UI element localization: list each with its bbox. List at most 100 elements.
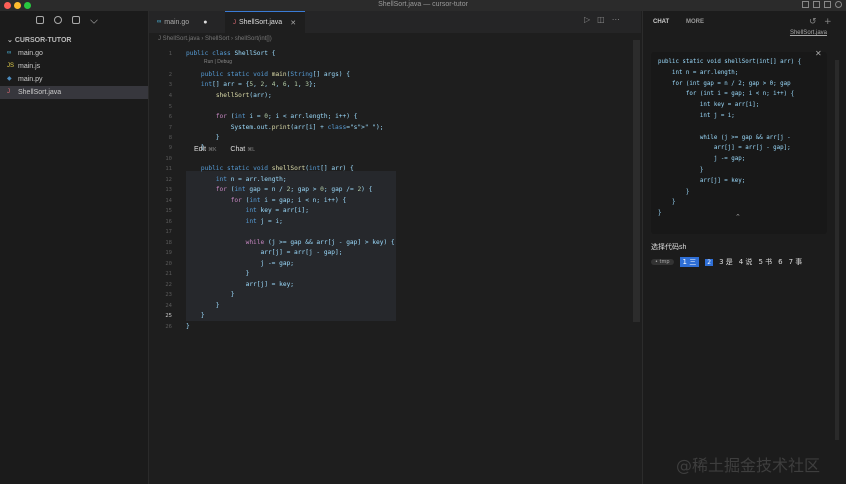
title-bar: ShellSort.java — cursor-tutor [0, 0, 846, 11]
code-line: } [186, 312, 205, 319]
line-number: 20 [165, 261, 172, 267]
file-item-shellsort-java[interactable]: J ShellSort.java [0, 86, 148, 99]
tab-shellsort-java[interactable]: J ShellSort.java ✕ [225, 11, 305, 33]
code-line: j -= gap; [186, 260, 295, 267]
ime-candidate[interactable]: 6 [778, 258, 782, 266]
watermark: @稀土掘金技术社区 [675, 456, 820, 475]
history-icon[interactable]: ↺ [809, 17, 817, 27]
code-line: public class ShellSort { [186, 50, 276, 57]
file-item-main-py[interactable]: ◆ main.py [0, 73, 148, 86]
py-file-icon: ◆ [7, 76, 12, 82]
settings-gear-icon[interactable] [835, 1, 842, 8]
code-line: } [186, 270, 250, 277]
line-number: 8 [168, 135, 172, 141]
chat-inline-button[interactable]: Chat ⌘L [230, 146, 255, 153]
code-line: public static void main(String[] args) { [200, 71, 350, 78]
line-number: 3 [168, 82, 172, 88]
code-line: } [186, 291, 235, 298]
code-line: public static void shellSort(int[] arr) … [200, 165, 354, 172]
chat-scrollbar[interactable] [835, 60, 839, 440]
toggle-secondary-sidebar-icon[interactable] [824, 1, 831, 8]
line-number: 5 [168, 104, 172, 110]
explorer-folder-title[interactable]: ⌄ CURSOR-TUTOR [0, 34, 148, 47]
selection-highlight [186, 171, 396, 321]
file-item-main-js[interactable]: JS main.js [0, 60, 148, 73]
line-number: 2 [168, 72, 172, 78]
line-number: 11 [165, 166, 172, 172]
window-title: ShellSort.java — cursor-tutor [378, 1, 468, 8]
line-number: 1 [168, 51, 172, 57]
code-line: arr[j] = arr[j - gap]; [186, 249, 343, 256]
code-line: for (int i = 0; i < arr.length; i++) { [215, 113, 358, 120]
java-file-icon: J [7, 89, 10, 95]
ime-candidate[interactable]: 4 说 [739, 257, 753, 267]
line-number: 15 [165, 208, 172, 214]
more-actions-icon[interactable]: ⋯ [612, 15, 620, 24]
chevron-down-icon: ⌄ [7, 37, 15, 44]
line-number: 14 [165, 198, 172, 204]
code-line: int n = arr.length; [215, 176, 287, 183]
editor-scrollbar[interactable] [633, 40, 640, 322]
code-line: int j = i; [245, 218, 283, 225]
line-number: 18 [165, 240, 172, 246]
chat-input[interactable]: 选择代码sh [651, 242, 686, 252]
explorer-sidebar: ⌄ CURSOR-TUTOR ∞ main.go JS main.js ◆ main.… [0, 11, 149, 484]
line-number: 26 [165, 324, 172, 330]
tab-more[interactable]: MORE [686, 19, 704, 25]
source-control-icon[interactable] [72, 16, 80, 24]
code-line: for (int gap = n / 2; gap > 0; gap /= 2)… [215, 186, 373, 193]
chevron-up-icon[interactable]: ⌃ [735, 213, 741, 221]
codelens-run-debug[interactable]: Run | Debug [204, 59, 232, 65]
js-file-icon: JS [7, 63, 15, 69]
code-line: while (j >= gap && arr[j - gap] > key) { [245, 239, 395, 246]
file-item-main-go[interactable]: ∞ main.go [0, 47, 148, 60]
line-number: 21 [165, 271, 172, 277]
line-number: 4 [168, 93, 172, 99]
chat-code-text: public static void shellSort(int[] arr) … [658, 59, 802, 217]
line-number: 19 [165, 250, 172, 256]
toggle-sidebar-icon[interactable] [802, 1, 809, 8]
go-file-icon: ∞ [7, 50, 12, 56]
line-number: 25 [165, 313, 172, 319]
ime-candidate[interactable]: 5 书 [758, 257, 772, 267]
code-line: for (int i = gap; i < n; i++) { [230, 197, 347, 204]
java-file-icon: J [233, 19, 236, 26]
new-chat-icon[interactable]: + [824, 17, 832, 27]
line-number: 16 [165, 219, 172, 225]
code-line: } [186, 323, 190, 330]
explorer-icon[interactable] [36, 16, 44, 24]
breadcrumb[interactable]: J ShellSort.java › ShellSort › shellSort… [158, 36, 272, 42]
inline-action-bar: Edit ⌘K Chat ⌘L [194, 146, 255, 153]
code-line: shellSort(arr); [215, 92, 272, 99]
toggle-panel-icon[interactable] [813, 1, 820, 8]
file-reference-link[interactable]: ShellSort.java [790, 30, 827, 36]
tab-main-go[interactable]: ∞ main.go ● [149, 11, 224, 33]
ime-candidate[interactable]: 3 是 [719, 257, 733, 267]
line-number: 24 [165, 303, 172, 309]
unsaved-dot-icon[interactable]: ● [203, 19, 207, 26]
close-icon[interactable]: ✕ [815, 49, 822, 58]
tab-chat[interactable]: CHAT [653, 19, 669, 25]
ime-candidate[interactable]: 2 [705, 258, 714, 266]
line-number: 10 [165, 156, 172, 162]
code-line: int key = arr[i]; [245, 207, 309, 214]
chevron-down-icon[interactable] [90, 16, 98, 24]
line-number: 7 [168, 125, 172, 131]
line-number: 6 [168, 114, 172, 120]
split-editor-icon[interactable]: ◫ [597, 15, 605, 24]
edit-inline-button[interactable]: Edit ⌘K [194, 146, 216, 153]
close-tab-icon[interactable]: ✕ [290, 19, 296, 27]
run-icon[interactable]: ▷ [584, 15, 590, 24]
code-line: } [186, 302, 220, 309]
ime-candidate[interactable]: 7 事 [789, 257, 803, 267]
code-line: } [186, 134, 220, 141]
line-number: 17 [165, 229, 172, 235]
ime-candidate[interactable]: 1 三 [679, 257, 700, 267]
line-number: 12 [165, 177, 172, 183]
ime-candidate-bar: • tmp 1 三 2 3 是 4 说 5 书 6 7 事 [651, 257, 802, 267]
code-line: arr[j] = key; [186, 281, 295, 288]
ime-pill: • tmp [651, 259, 674, 265]
code-line: int[] arr = {5, 2, 4, 6, 1, 3}; [200, 81, 317, 88]
line-number: 9 [168, 145, 172, 151]
search-icon[interactable] [54, 16, 62, 24]
